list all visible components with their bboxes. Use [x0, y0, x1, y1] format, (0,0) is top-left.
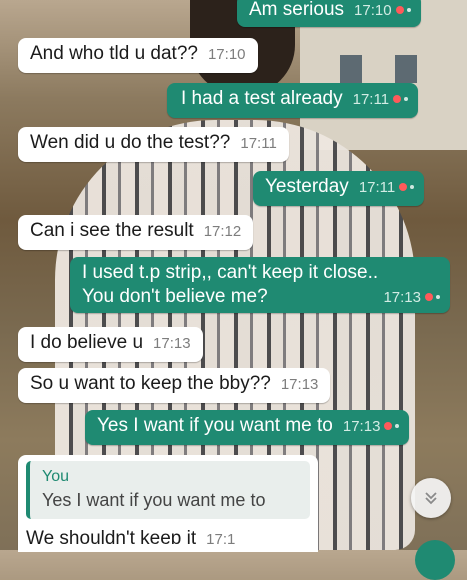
status-dot-icon	[406, 7, 411, 12]
message-incoming[interactable]: Wen did u do the test?? 17:11	[18, 127, 289, 162]
message-incoming[interactable]: So u want to keep the bby?? 17:13	[18, 368, 331, 403]
message-text: I do believe u	[30, 332, 144, 353]
message-outgoing[interactable]: Am serious 17:10	[237, 0, 421, 27]
message-time: 17:13	[342, 418, 381, 435]
message-incoming[interactable]: Can i see the result 17:12	[18, 215, 254, 250]
message-time: 17:11	[358, 179, 396, 196]
message-text: I had a test already	[181, 88, 343, 109]
quoted-text: Yes I want if you want me to	[42, 490, 266, 510]
message-incoming[interactable]: And who tld u dat?? 17:10	[18, 38, 258, 73]
message-time: 17:10	[354, 2, 392, 19]
double-chevron-down-icon	[425, 492, 437, 505]
message-time: 17:11	[240, 135, 277, 152]
message-text: Am serious	[249, 0, 345, 20]
status-dot-icon	[395, 423, 400, 428]
message-time: 17:12	[203, 223, 242, 240]
message-incoming[interactable]: I do believe u 17:13	[18, 327, 203, 362]
wallpaper-window	[340, 55, 362, 83]
message-outgoing[interactable]: I had a test already 17:11	[167, 83, 419, 118]
delivery-status-icon	[384, 421, 393, 430]
message-text: Wen did u do the test??	[30, 132, 231, 153]
scroll-to-bottom-button[interactable]	[411, 478, 451, 518]
delivery-status-icon	[393, 94, 402, 103]
status-dot-icon	[410, 184, 415, 189]
send-button[interactable]	[415, 540, 455, 580]
message-time: 17:11	[352, 91, 390, 108]
message-text-line: I used t.p strip,, can't keep it close..	[82, 262, 379, 283]
message-text: Can i see the result	[30, 220, 194, 241]
message-outgoing[interactable]: I used t.p strip,, can't keep it close..…	[70, 257, 450, 313]
message-text: So u want to keep the bby??	[30, 373, 271, 394]
message-time: 17:10	[207, 46, 246, 63]
message-time: 17:13	[153, 335, 191, 352]
message-time: 17:13	[280, 376, 319, 393]
next-message-edge	[18, 544, 318, 552]
delivery-status-icon	[395, 5, 404, 14]
status-dot-icon	[404, 96, 409, 101]
message-outgoing[interactable]: Yesterday 17:11	[253, 171, 425, 206]
wallpaper-window	[395, 55, 417, 83]
message-text: Yes I want if you want me to	[97, 415, 333, 436]
status-dot-icon	[436, 294, 440, 299]
message-text: Yesterday	[265, 176, 349, 197]
quoted-message[interactable]: You Yes I want if you want me to	[26, 461, 310, 519]
message-incoming-reply[interactable]: You Yes I want if you want me to We shou…	[18, 455, 318, 550]
message-outgoing[interactable]: Yes I want if you want me to 17:13	[85, 410, 410, 445]
delivery-status-icon	[425, 292, 433, 301]
message-text-line: You don't believe me?	[82, 286, 268, 307]
delivery-status-icon	[399, 182, 408, 191]
message-text: And who tld u dat??	[30, 43, 198, 64]
message-time: 17:13	[383, 289, 421, 306]
quoted-author: You	[42, 468, 69, 485]
